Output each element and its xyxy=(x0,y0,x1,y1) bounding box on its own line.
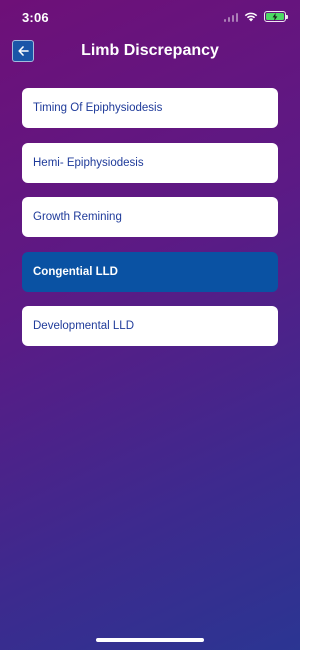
menu-item-label: Congential LLD xyxy=(33,265,118,278)
menu-item-label: Timing Of Epiphysiodesis xyxy=(33,102,163,114)
menu-item-growth-remining[interactable]: Growth Remining xyxy=(22,197,278,237)
menu-item-label: Developmental LLD xyxy=(33,320,135,332)
menu-item-congential-lld[interactable]: Congential LLD xyxy=(22,251,278,292)
status-bar: 3:06 xyxy=(0,0,300,34)
home-indicator[interactable] xyxy=(96,638,204,642)
menu-item-label: Hemi- Epiphysiodesis xyxy=(33,156,144,169)
menu-item-hemi-epiphysiodesis[interactable]: Hemi- Epiphysiodesis xyxy=(22,142,278,183)
menu-item-label: Growth Remining xyxy=(33,211,122,223)
header: Limb Discrepancy xyxy=(0,40,300,66)
app-screen: 3:06 Limb Discrepancy Timing Of Epiphysi… xyxy=(0,0,300,650)
wifi-icon xyxy=(244,12,258,21)
status-time: 3:06 xyxy=(22,10,49,25)
menu-list: Timing Of Epiphysiodesis Hemi- Epiphysio… xyxy=(22,88,278,361)
menu-item-developmental-lld[interactable]: Developmental LLD xyxy=(22,306,278,346)
battery-charging-icon xyxy=(264,11,288,22)
menu-item-timing-of-epiphysiodesis[interactable]: Timing Of Epiphysiodesis xyxy=(22,88,278,128)
status-icons xyxy=(223,11,288,22)
page-title: Limb Discrepancy xyxy=(81,42,219,59)
signal-icon xyxy=(223,12,238,22)
